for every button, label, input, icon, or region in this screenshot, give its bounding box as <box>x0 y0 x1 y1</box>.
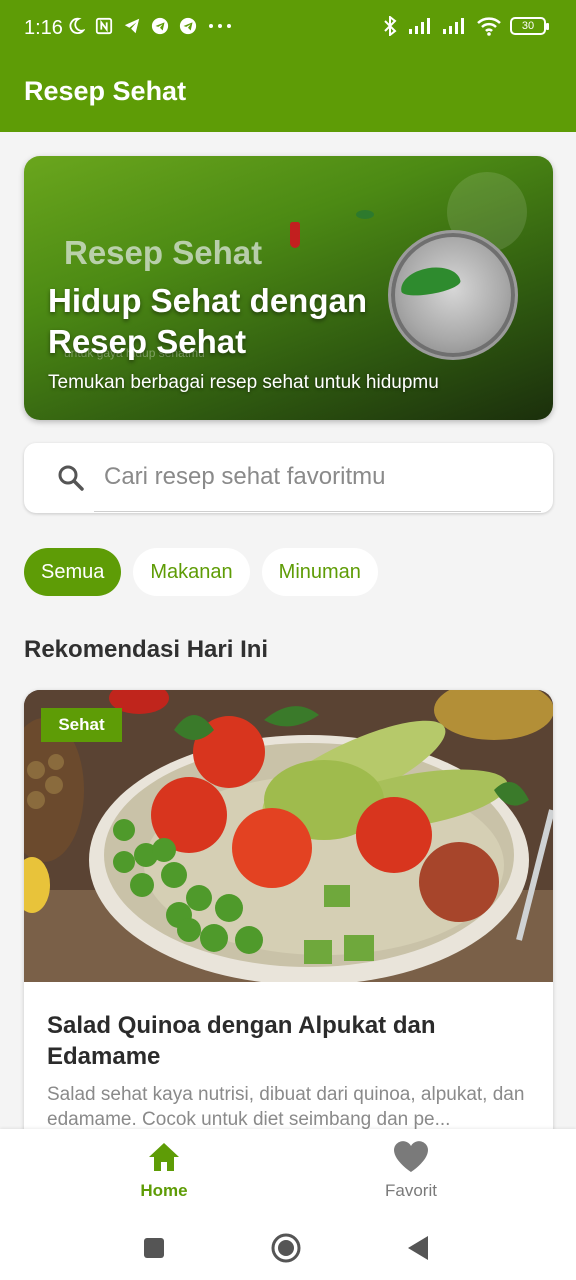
square-icon <box>144 1238 164 1258</box>
status-left-icons <box>66 16 234 36</box>
telegram-icon <box>178 16 198 36</box>
app-title: Resep Sehat <box>24 76 187 106</box>
app-header: 1:16 30 Resep Sehat <box>0 0 576 132</box>
hero-ghost-title: Resep Sehat <box>64 234 263 271</box>
nav-favorit-label: Favorit <box>385 1181 437 1200</box>
telegram-icon <box>122 16 142 36</box>
search-underline <box>94 511 541 512</box>
hero-subtitle: Temukan berbagai resep sehat untuk hidup… <box>48 372 439 393</box>
back-button[interactable] <box>401 1231 435 1265</box>
search-bar[interactable] <box>24 443 553 513</box>
recipe-title: Salad Quinoa dengan Alpukat dan Edamame <box>47 1012 436 1070</box>
moon-icon <box>66 16 86 36</box>
filter-chip-semua[interactable]: Semua <box>24 548 122 596</box>
system-navigation-bar <box>0 1213 576 1280</box>
nav-home[interactable]: Home <box>104 1139 224 1205</box>
home-system-button[interactable] <box>269 1231 303 1265</box>
home-icon <box>145 1139 183 1175</box>
bluetooth-icon <box>380 16 400 36</box>
nav-home-label: Home <box>140 1181 188 1200</box>
bottom-navigation: Home Favorit <box>0 1129 576 1213</box>
leaf-decoration <box>356 210 374 219</box>
section-title: Rekomendasi Hari Ini <box>24 636 269 663</box>
telegram-icon <box>150 16 170 36</box>
recipe-photo: Sehat <box>24 690 553 982</box>
hero-banner[interactable]: Resep Sehat untuk gaya hidup sehatmu Hid… <box>24 156 553 420</box>
heart-icon <box>392 1139 430 1175</box>
hero-title: Hidup Sehat dengan Resep Sehat <box>48 282 368 360</box>
more-icon <box>206 16 234 36</box>
signal-icon <box>408 16 434 36</box>
nav-favorit[interactable]: Favorit <box>351 1139 471 1205</box>
status-time: 1:16 <box>24 17 63 39</box>
nfc-icon <box>94 16 114 36</box>
signal-icon <box>442 16 468 36</box>
filter-chip-makanan[interactable]: Makanan <box>133 548 250 596</box>
circle-icon <box>271 1233 301 1263</box>
search-input[interactable] <box>104 453 534 501</box>
search-icon <box>56 463 86 493</box>
recents-button[interactable] <box>137 1231 171 1265</box>
category-filters: Semua Makanan Minuman <box>24 548 378 596</box>
filter-chip-minuman[interactable]: Minuman <box>261 548 378 596</box>
battery-icon: 30 <box>510 17 549 35</box>
healthy-badge: Sehat <box>41 708 122 742</box>
status-right-icons: 30 <box>380 16 549 36</box>
recipe-description: Salad sehat kaya nutrisi, dibuat dari qu… <box>47 1084 525 1130</box>
wifi-icon <box>476 16 502 36</box>
recipe-card[interactable]: Sehat Salad Quinoa dengan Alpukat dan Ed… <box>24 690 553 1150</box>
chili-decoration <box>290 222 300 248</box>
status-bar: 1:16 30 <box>0 0 576 58</box>
back-triangle-icon <box>408 1236 428 1260</box>
